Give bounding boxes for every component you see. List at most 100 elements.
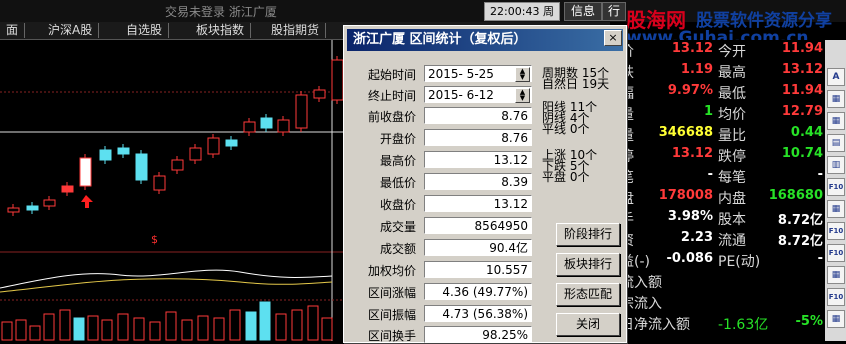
quote-row[interactable]: 资 2.23 流通 8.72亿 — [620, 230, 825, 251]
kline-chart[interactable]: $ — [0, 40, 346, 341]
field-value: 8564950 — [424, 217, 532, 234]
start-time-value: 2015- 5-25 — [428, 67, 494, 81]
quote-value: 13.12 — [671, 146, 713, 161]
toolbar-icon[interactable]: F10 — [827, 288, 845, 306]
quote-row[interactable]: 量 346688 量比 0.44 — [620, 125, 825, 146]
volume-bar — [307, 305, 319, 341]
quote-row[interactable]: 量 1 均价 12.79 — [620, 104, 825, 125]
quote-value-2: 8.72亿 — [777, 213, 823, 228]
end-time-label: 终止时间 — [367, 89, 416, 103]
natural-days: 自然日 19天 — [542, 77, 610, 91]
candle-body — [260, 117, 273, 129]
quote-row[interactable]: 停 13.12 跌停 10.74 — [620, 146, 825, 167]
dialog-title: 浙江广厦 区间统计（复权后） — [347, 29, 623, 51]
quote-row[interactable]: 益(-) -0.086 PE(动) - — [620, 251, 825, 272]
toolbar-icon[interactable]: ▦ — [827, 112, 845, 130]
flat-count: 平盘 0个 — [542, 170, 590, 184]
buy-arrow-icon — [81, 195, 93, 208]
toolbar-icon[interactable]: ▦ — [827, 200, 845, 218]
toolbar-icon[interactable]: ▤ — [827, 134, 845, 152]
quote-value-2: 8.72亿 — [777, 234, 823, 249]
candle-body — [243, 121, 256, 133]
field-label: 成交额 — [379, 242, 416, 256]
quote-panel: 价 13.12 今开 11.94 跌 1.19 最高 13.12 幅 9.97% 最低 11.94 量 1… — [620, 40, 825, 341]
toolbar-icon[interactable]: A — [827, 68, 845, 86]
candle-body — [171, 159, 184, 171]
quote-label-2: 每笔 — [718, 170, 746, 186]
pattern-match-button[interactable]: 形态匹配 — [556, 283, 620, 306]
candle-body — [225, 139, 238, 147]
start-time-field[interactable]: 2015- 5-25 ▲ ▼ — [424, 65, 532, 82]
toolbar-icon[interactable]: ▦ — [827, 90, 845, 108]
quote-row[interactable]: 笔 - 每笔 - — [620, 167, 825, 188]
stage-rank-button[interactable]: 阶段排行 — [556, 223, 620, 246]
interval-stats-dialog: 浙江广厦 区间统计（复权后） × 起始时间 2015- 5-25 ▲ ▼ 终止时间… — [343, 25, 627, 343]
toolbar-icon[interactable]: F10 — [827, 244, 845, 262]
clock-display: 22:00:43 周六 — [484, 2, 560, 35]
tab-sh-sz-a[interactable]: 沪深A股 — [42, 23, 100, 38]
candle-body — [79, 157, 92, 187]
volume-bar — [87, 315, 99, 341]
candle-body — [189, 147, 202, 161]
quote-value-2: -5% — [795, 314, 823, 329]
tab-index-futures[interactable]: 股指期货 — [265, 23, 327, 38]
volume-bar — [133, 317, 145, 341]
quote-label-2: 最高 — [718, 65, 746, 81]
dividend-marker: $ — [151, 233, 158, 246]
sector-rank-button[interactable]: 板块排行 — [556, 253, 620, 276]
tab-sector-index[interactable]: 板块指数 — [190, 23, 252, 38]
quote-row[interactable]: 日净流入额 -1.63亿 -5% — [620, 314, 825, 335]
quote-row[interactable]: 跌 1.19 最高 13.12 — [620, 62, 825, 83]
quote-value: 3.98% — [667, 209, 713, 224]
quote-value: - — [707, 167, 713, 182]
field-label: 收盘价 — [379, 198, 416, 212]
toolbar-icon[interactable]: F10 — [827, 222, 845, 240]
field-value: 90.4亿 — [424, 239, 532, 256]
tab-main[interactable]: 面 — [0, 23, 26, 38]
quote-value-2: 13.12 — [781, 62, 823, 77]
tab-watchlist[interactable]: 自选股 — [120, 23, 170, 38]
candle-body — [7, 207, 20, 213]
candle-body — [117, 147, 130, 155]
toolbar-icon[interactable]: F10 — [827, 178, 845, 196]
volume-bar — [259, 301, 271, 341]
volume-bars — [1, 301, 333, 341]
volume-bar — [117, 313, 129, 341]
volume-bar — [73, 317, 85, 341]
dialog-close-button[interactable]: × — [604, 30, 622, 46]
quote-value: 1 — [703, 104, 713, 119]
quote-label-2: -1.63亿 — [718, 317, 769, 333]
volume-bar — [59, 309, 71, 341]
toolbar-icon[interactable]: ▥ — [827, 156, 845, 174]
candles — [7, 56, 344, 216]
start-time-label: 起始时间 — [367, 68, 416, 82]
toolbar-icon[interactable]: ▦ — [827, 310, 845, 328]
volume-bar — [275, 313, 287, 341]
candle-body — [295, 94, 308, 129]
volume-bar — [197, 315, 209, 341]
quote-row[interactable]: 幅 9.97% 最低 11.94 — [620, 83, 825, 104]
flat-line-count: 平线 0个 — [542, 122, 590, 136]
field-value: 4.36 (49.77%) — [424, 283, 532, 300]
toolbar-icon[interactable]: ▦ — [827, 266, 845, 284]
close-button[interactable]: 关闭 — [556, 313, 620, 336]
end-time-value: 2015- 6-12 — [428, 88, 494, 102]
quote-row[interactable]: 手 3.98% 股本 8.72亿 — [620, 209, 825, 230]
quote-row[interactable]: 价 13.12 今开 11.94 — [620, 41, 825, 62]
volume-bar — [29, 325, 41, 341]
quote-label: 日净流入额 — [620, 317, 690, 333]
quote-label-2: 跌停 — [718, 149, 746, 165]
quote-row[interactable]: 盘 178008 内盘 168680 — [620, 188, 825, 209]
menu-info[interactable]: 信息 — [564, 2, 602, 21]
quote-value-2: 10.74 — [781, 146, 823, 161]
start-spin-icon[interactable]: ▲ ▼ — [515, 67, 530, 82]
quote-label-2: 均价 — [718, 107, 746, 123]
candle-body — [26, 205, 39, 211]
end-time-field[interactable]: 2015- 6-12 ▲ ▼ — [424, 86, 532, 103]
quote-row[interactable]: 流入额 — [620, 272, 825, 293]
volume-bar — [15, 319, 27, 341]
menu-quote[interactable]: 行 — [602, 2, 626, 21]
quote-row[interactable]: 宗流入 — [620, 293, 825, 314]
end-spin-icon[interactable]: ▲ ▼ — [515, 88, 530, 103]
candle-body — [43, 199, 56, 207]
